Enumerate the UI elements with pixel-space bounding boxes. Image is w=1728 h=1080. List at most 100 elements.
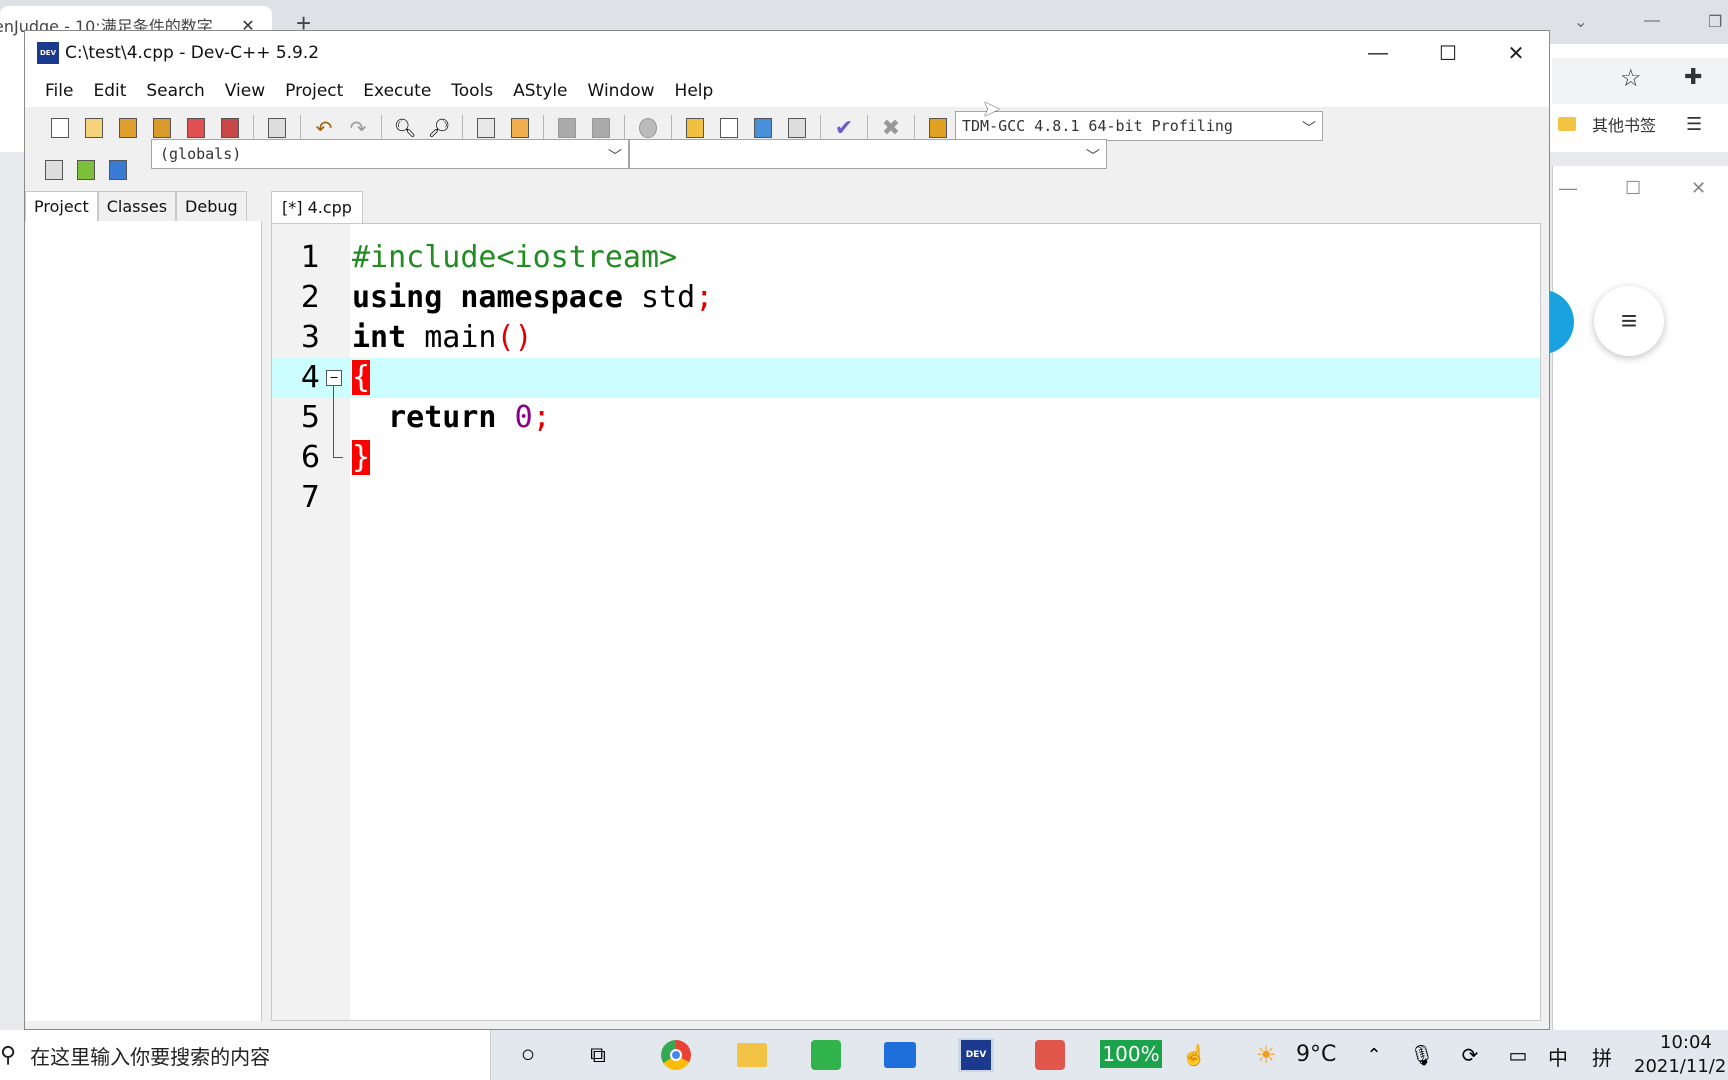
close-button[interactable]: ✕	[1481, 31, 1551, 75]
browser-minimize-icon[interactable]: —	[1644, 12, 1660, 30]
editor-tab-4cpp[interactable]: [*] 4.cpp	[271, 191, 363, 224]
title-bar[interactable]: DEV C:\test\4.cpp - Dev-C++ 5.9.2 — ☐ ✕	[25, 31, 1549, 75]
chevron-down-icon: ﹀	[1302, 121, 1316, 137]
other-bookmarks[interactable]: 其他书签 ☰	[1558, 112, 1702, 136]
redo-icon[interactable]: ↷	[345, 115, 371, 141]
toolbar-separator	[914, 115, 915, 141]
menu-search[interactable]: Search	[136, 81, 214, 101]
left-panel-tabs: Project Classes Debug	[25, 191, 247, 221]
unindent-icon[interactable]	[507, 115, 533, 141]
view-window-icon[interactable]	[716, 115, 742, 141]
popup-maximize-icon[interactable]: ☐	[1625, 178, 1641, 199]
devcpp-taskbar-icon[interactable]: DEV	[958, 1038, 994, 1072]
devcpp-window: DEV C:\test\4.cpp - Dev-C++ 5.9.2 — ☐ ✕ …	[24, 30, 1550, 1030]
windows-taskbar: ⚲ 在这里输入你要搜索的内容 ○ ⧉ DEV 100% ☝ ☀ 9°C ⌃ 🎙︎…	[0, 1030, 1728, 1080]
ime-language[interactable]: 中	[1548, 1042, 1568, 1071]
tab-project[interactable]: Project	[25, 191, 98, 221]
project-panel[interactable]	[25, 221, 262, 1021]
insert-icon[interactable]	[41, 157, 67, 183]
indent-icon[interactable]	[473, 115, 499, 141]
chevron-down-icon: ﹀	[608, 149, 622, 165]
camtasia-recorder-icon[interactable]	[1032, 1038, 1068, 1072]
code-text: #include<iostream>	[352, 240, 678, 275]
hamburger-menu-icon[interactable]: ≡	[1594, 286, 1664, 356]
open-file-icon[interactable]	[81, 115, 107, 141]
whiteboard-icon[interactable]	[882, 1038, 918, 1072]
member-select[interactable]: ﹀	[629, 139, 1107, 169]
bookmark-next-icon[interactable]	[588, 115, 614, 141]
bookmark-prev-icon[interactable]	[554, 115, 580, 141]
battery-percent-badge[interactable]: 100%	[1100, 1040, 1162, 1068]
menu-view[interactable]: View	[215, 81, 275, 101]
code-text: return 0;	[388, 400, 551, 435]
taskbar-search-placeholder: 在这里输入你要搜索的内容	[30, 1044, 271, 1069]
toolbar-separator	[253, 115, 254, 141]
weather-sun-icon: ☀	[1255, 1041, 1277, 1069]
extensions-icon[interactable]: ✚	[1684, 64, 1702, 90]
minimize-button[interactable]: —	[1343, 31, 1413, 75]
clock-time[interactable]: 10:04	[1660, 1032, 1712, 1053]
menu-astyle[interactable]: AStyle	[503, 81, 577, 101]
new-project-icon[interactable]	[682, 115, 708, 141]
replace-icon[interactable]: 🔎︎	[426, 115, 452, 141]
goto-line-icon[interactable]	[635, 115, 661, 141]
file-explorer-icon[interactable]	[734, 1038, 770, 1072]
code-editor[interactable]: 1 #include<iostream> 2 using namespace s…	[271, 223, 1541, 1021]
menu-file[interactable]: File	[35, 81, 83, 101]
stop-execution-icon[interactable]: ✖	[878, 115, 904, 141]
tab-debug[interactable]: Debug	[176, 191, 247, 221]
bookmark-star-icon[interactable]: ☆	[1620, 64, 1642, 93]
touch-icon[interactable]: ☝	[1176, 1038, 1212, 1072]
code-text: using namespace std;	[352, 280, 714, 315]
popup-minimize-icon[interactable]: —	[1559, 178, 1577, 199]
tab-classes[interactable]: Classes	[97, 191, 177, 221]
toggle-bookmark-icon[interactable]	[73, 157, 99, 183]
profile-chart-icon[interactable]	[925, 115, 951, 141]
compiler-select[interactable]: TDM-GCC 4.8.1 64-bit Profiling ﹀	[955, 111, 1323, 141]
chevron-down-icon: ﹀	[1086, 149, 1100, 165]
print-icon[interactable]	[264, 115, 290, 141]
fold-collapse-icon[interactable]: −	[326, 370, 342, 386]
goto-bookmark-icon[interactable]	[105, 157, 131, 183]
close-all-icon[interactable]	[217, 115, 243, 141]
menu-execute[interactable]: Execute	[353, 81, 441, 101]
maximize-button[interactable]: ☐	[1413, 31, 1483, 75]
ime-mode[interactable]: 拼	[1592, 1042, 1612, 1071]
browser-restore-icon[interactable]: ❐	[1708, 12, 1722, 32]
network-icon[interactable]: ⟳	[1452, 1038, 1488, 1072]
toolbar-separator	[462, 115, 463, 141]
chevron-down-icon[interactable]: ⌄	[1574, 12, 1587, 32]
microphone-icon[interactable]: 🎙︎	[1404, 1038, 1440, 1072]
menu-help[interactable]: Help	[665, 81, 724, 101]
chrome-icon[interactable]	[658, 1038, 694, 1072]
camtasia-icon[interactable]	[808, 1038, 844, 1072]
weather-temperature[interactable]: 9°C	[1296, 1042, 1336, 1067]
find-icon[interactable]: 🔍︎	[392, 115, 418, 141]
task-view-icon[interactable]: ⧉	[580, 1038, 616, 1072]
code-line-2: 2 using namespace std;	[272, 278, 1540, 318]
chevron-up-icon[interactable]: ⌃	[1356, 1038, 1392, 1072]
menu-window[interactable]: Window	[578, 81, 665, 101]
clock-date[interactable]: 2021/11/2	[1634, 1056, 1728, 1077]
popup-close-icon[interactable]: ✕	[1691, 178, 1706, 199]
compile-check-icon[interactable]: ✔	[831, 115, 857, 141]
reading-list-icon[interactable]: ☰	[1686, 114, 1702, 135]
grid-icon[interactable]	[784, 115, 810, 141]
line-number: 4	[300, 360, 320, 395]
menu-edit[interactable]: Edit	[83, 81, 136, 101]
menu-tools[interactable]: Tools	[441, 81, 503, 101]
code-line-4: 4 − {	[272, 358, 1540, 398]
undo-icon[interactable]: ↶	[311, 115, 337, 141]
mouse-cursor-icon: ➤	[982, 96, 1001, 121]
menu-project[interactable]: Project	[275, 81, 353, 101]
code-line-7: 7	[272, 478, 1540, 518]
taskbar-search[interactable]: ⚲ 在这里输入你要搜索的内容	[0, 1030, 491, 1080]
battery-icon[interactable]: ▭	[1500, 1038, 1536, 1072]
close-file-icon[interactable]	[183, 115, 209, 141]
save-icon[interactable]	[115, 115, 141, 141]
scope-select[interactable]: (globals) ﹀	[151, 139, 629, 169]
project-options-icon[interactable]	[750, 115, 776, 141]
save-all-icon[interactable]	[149, 115, 175, 141]
new-file-icon[interactable]	[47, 115, 73, 141]
cortana-icon[interactable]: ○	[510, 1038, 546, 1072]
